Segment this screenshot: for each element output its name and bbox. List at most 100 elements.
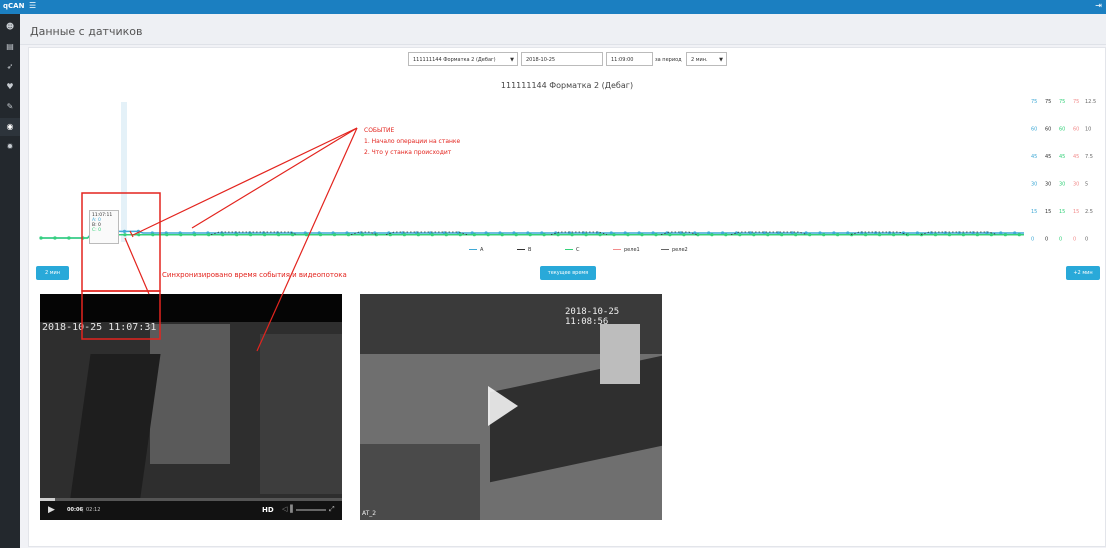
eye-icon[interactable]: ◉ (0, 118, 20, 136)
point-c[interactable] (668, 233, 672, 237)
point-c[interactable] (1017, 233, 1021, 237)
point-c[interactable] (836, 233, 840, 237)
point-c[interactable] (221, 233, 225, 237)
play-icon[interactable] (488, 386, 518, 426)
legend-item-4[interactable]: реле2 (661, 247, 688, 253)
point-c[interactable] (738, 233, 742, 237)
legend-item-3[interactable]: реле1 (613, 247, 640, 253)
video-player-1[interactable]: 2018-10-25 11:07:31 ▶ 00:06 | 02:12 HD ◁… (40, 294, 342, 520)
point-c[interactable] (612, 233, 616, 237)
point-c[interactable] (360, 233, 365, 237)
legend-item-1[interactable]: B (517, 247, 531, 253)
point-c[interactable] (1003, 233, 1008, 237)
y-tick-label: 30 (1059, 182, 1065, 188)
point-c[interactable] (332, 233, 337, 237)
point-c[interactable] (696, 233, 700, 237)
point-c[interactable] (766, 233, 770, 237)
point-c[interactable] (472, 233, 476, 237)
play-icon[interactable]: ▶ (48, 505, 55, 515)
point-c[interactable] (584, 233, 588, 237)
rocket-icon[interactable]: ➶ (0, 58, 20, 76)
speaker-icon[interactable]: ◁▐ (282, 505, 293, 513)
video1-timestamp: 2018-10-25 11:07:31 (42, 322, 157, 333)
point-c[interactable] (235, 233, 239, 237)
point-c[interactable] (416, 233, 420, 237)
point-c[interactable] (458, 233, 462, 237)
heart-icon[interactable]: ♥ (0, 78, 20, 96)
users-icon[interactable]: ☻ (0, 18, 20, 36)
point-c[interactable] (808, 233, 812, 237)
document-icon[interactable]: ▤ (0, 38, 20, 56)
point-c[interactable] (752, 233, 756, 237)
gear-icon[interactable]: ✹ (0, 138, 20, 156)
point-c[interactable] (794, 233, 798, 237)
point-c[interactable] (179, 233, 183, 237)
point-c[interactable] (724, 233, 728, 237)
point-c[interactable] (151, 233, 155, 237)
point-c[interactable] (864, 233, 868, 237)
point-c[interactable] (444, 233, 448, 237)
point-c[interactable] (39, 236, 43, 240)
point-c[interactable] (123, 233, 127, 237)
point-c[interactable] (137, 233, 141, 237)
sensor-card: 111111144 Форматка 2 (Дебаг) ▼ 2018-10-25… (28, 47, 1106, 547)
point-c[interactable] (682, 233, 686, 237)
point-c[interactable] (878, 233, 882, 237)
point-c[interactable] (514, 233, 518, 237)
fullscreen-icon[interactable]: ⤢ (329, 505, 335, 514)
wrench-icon[interactable]: ✎ (0, 98, 20, 116)
prev-2min-button[interactable]: 2 мин (36, 266, 69, 280)
point-c[interactable] (193, 233, 197, 237)
point-c[interactable] (374, 233, 378, 237)
point-c[interactable] (165, 233, 169, 237)
point-c[interactable] (542, 233, 546, 237)
point-c[interactable] (346, 233, 351, 237)
point-c[interactable] (430, 233, 434, 237)
point-c[interactable] (556, 233, 560, 237)
point-c[interactable] (500, 233, 504, 237)
next-2min-button[interactable]: +2 мин (1066, 266, 1100, 280)
point-c[interactable] (207, 233, 211, 237)
point-c[interactable] (961, 233, 966, 237)
point-c[interactable] (654, 233, 658, 237)
point-c[interactable] (291, 233, 295, 237)
point-c[interactable] (710, 233, 714, 237)
point-c[interactable] (304, 233, 309, 237)
point-c[interactable] (53, 236, 57, 240)
progress-track[interactable] (40, 498, 342, 501)
brand-logo[interactable]: qCAN (3, 2, 24, 10)
time-separator: | (82, 507, 84, 513)
point-c[interactable] (780, 233, 784, 237)
chart-legend: A B Cреле1 реле2 (469, 247, 709, 257)
point-c[interactable] (822, 233, 826, 237)
sensor-chart[interactable]: 75 60 45 30 15 0 75 60 45 30 15 0 75 60 45 30 15 0 75 60 45 3… (29, 48, 1105, 258)
menu-icon[interactable]: ☰ (29, 1, 36, 10)
point-c[interactable] (933, 233, 938, 237)
video-player-2[interactable]: 2018-10-25 11:08:56 AT_2 (360, 294, 662, 520)
point-c[interactable] (318, 233, 323, 237)
point-c[interactable] (249, 233, 253, 237)
point-c[interactable] (989, 233, 994, 237)
point-c[interactable] (263, 233, 267, 237)
point-c[interactable] (892, 233, 896, 237)
point-c[interactable] (598, 233, 602, 237)
point-a[interactable] (136, 229, 140, 233)
point-c[interactable] (67, 236, 71, 240)
point-c[interactable] (570, 233, 574, 237)
point-c[interactable] (81, 236, 85, 240)
point-c[interactable] (402, 233, 406, 237)
point-c[interactable] (975, 233, 980, 237)
current-time-button[interactable]: текущее время (540, 266, 596, 280)
legend-item-0[interactable]: A (469, 247, 483, 253)
volume-slider[interactable] (296, 509, 326, 511)
point-a[interactable] (122, 229, 127, 233)
point-c[interactable] (947, 233, 952, 237)
point-c[interactable] (528, 233, 532, 237)
logout-icon[interactable]: ⇥ (1095, 1, 1102, 10)
point-c[interactable] (486, 233, 490, 237)
point-c[interactable] (277, 233, 281, 237)
point-c[interactable] (640, 233, 644, 237)
point-c[interactable] (626, 233, 630, 237)
hd-button[interactable]: HD (262, 506, 274, 514)
legend-item-2[interactable]: C (565, 247, 580, 253)
